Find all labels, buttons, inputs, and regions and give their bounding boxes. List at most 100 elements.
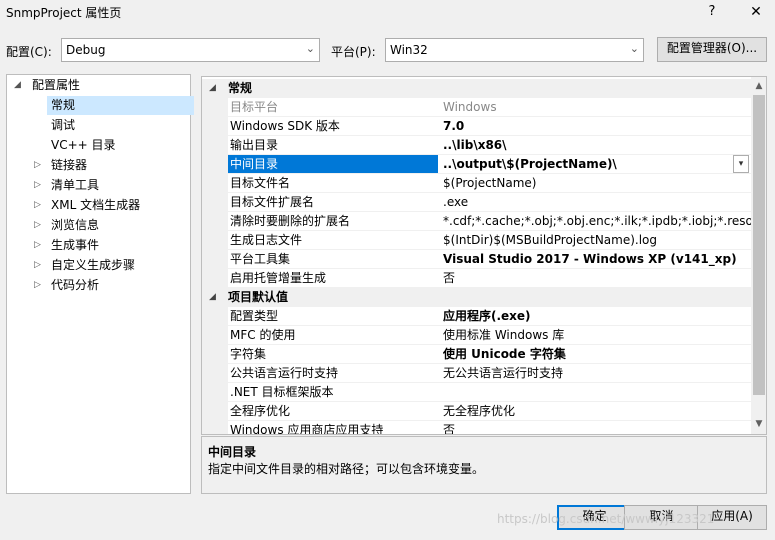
config-dropdown[interactable]: Debug ⌄ <box>61 38 320 62</box>
close-button[interactable]: ✕ <box>742 2 770 22</box>
property-value[interactable]: Windows <box>441 98 751 117</box>
description-text: 指定中间文件目录的相对路径；可以包含环境变量。 <box>208 462 485 476</box>
tree-item[interactable]: 调试 <box>51 116 75 135</box>
tree-item[interactable]: 代码分析 <box>51 276 99 295</box>
property-name: 公共语言运行时支持 <box>230 366 339 380</box>
property-row[interactable]: 目标文件扩展名 .exe <box>202 193 751 212</box>
platform-label: 平台(P): <box>331 45 376 59</box>
value-dropdown-button[interactable]: ▾ <box>733 155 749 173</box>
property-value[interactable]: Visual Studio 2017 - Windows XP (v141_xp… <box>441 250 751 269</box>
property-row[interactable]: 清除时要删除的扩展名 *.cdf;*.cache;*.obj;*.obj.enc;… <box>202 212 751 231</box>
property-value[interactable]: 否 <box>441 269 751 288</box>
property-value[interactable]: .exe <box>441 193 751 212</box>
property-row[interactable]: 平台工具集 Visual Studio 2017 - Windows XP (v1… <box>202 250 751 269</box>
expand-arrow-icon[interactable]: ▷ <box>34 260 41 270</box>
scroll-thumb[interactable] <box>753 95 765 395</box>
collapse-triangle-icon[interactable]: ◢ <box>209 288 216 307</box>
configuration-manager-button[interactable]: 配置管理器(O)... <box>657 37 767 62</box>
window-title: SnmpProject 属性页 <box>6 6 122 20</box>
property-row[interactable]: .NET 目标框架版本 <box>202 383 751 402</box>
row-gutter <box>202 345 228 364</box>
property-value[interactable]: ..\lib\x86\ <box>441 136 751 155</box>
category-title: 常规 <box>228 81 253 95</box>
property-name: 目标文件扩展名 <box>230 195 315 209</box>
row-gutter <box>202 383 228 402</box>
property-value[interactable]: ..\output\$(ProjectName)\ <box>441 155 751 174</box>
collapse-triangle-icon[interactable]: ◢ <box>209 79 216 98</box>
row-gutter <box>202 231 228 250</box>
property-row[interactable]: 中间目录 ..\output\$(ProjectName)\ <box>202 155 751 174</box>
config-label: 配置(C): <box>6 45 52 59</box>
row-gutter <box>202 155 228 174</box>
tree-item[interactable]: 链接器 <box>51 156 87 175</box>
property-value[interactable]: *.cdf;*.cache;*.obj;*.obj.enc;*.ilk;*.ip… <box>441 212 751 231</box>
category-header[interactable]: ◢ 常规 <box>202 79 751 98</box>
property-name: .NET 目标框架版本 <box>230 385 334 399</box>
vertical-scrollbar[interactable]: ▲ ▼ <box>751 77 766 434</box>
property-row[interactable]: 字符集 使用 Unicode 字符集 <box>202 345 751 364</box>
property-row[interactable]: 目标文件名 $(ProjectName) <box>202 174 751 193</box>
platform-value: Win32 <box>390 43 428 57</box>
tree-item[interactable]: 自定义生成步骤 <box>51 256 135 275</box>
property-value[interactable]: 无公共语言运行时支持 <box>441 364 751 383</box>
property-row[interactable]: 配置类型 应用程序(.exe) <box>202 307 751 326</box>
title-bar: SnmpProject 属性页 ? ✕ <box>0 0 775 24</box>
expand-arrow-icon[interactable]: ▷ <box>34 220 41 230</box>
property-value[interactable]: 无全程序优化 <box>441 402 751 421</box>
description-title: 中间目录 <box>208 445 257 459</box>
category-title: 项目默认值 <box>228 290 289 304</box>
property-value[interactable] <box>441 383 751 402</box>
row-gutter <box>202 117 228 136</box>
expanded-triangle-icon[interactable]: ◢ <box>14 80 21 90</box>
expand-arrow-icon[interactable]: ▷ <box>34 160 41 170</box>
property-value[interactable]: $(ProjectName) <box>441 174 751 193</box>
category-header[interactable]: ◢ 项目默认值 <box>202 288 751 307</box>
property-row[interactable]: 全程序优化 无全程序优化 <box>202 402 751 421</box>
expand-arrow-icon[interactable]: ▷ <box>34 240 41 250</box>
property-name: 生成日志文件 <box>230 233 303 247</box>
property-name: 目标平台 <box>230 100 279 114</box>
tree-item[interactable]: 生成事件 <box>51 236 99 255</box>
help-button[interactable]: ? <box>702 2 722 22</box>
expand-arrow-icon[interactable]: ▷ <box>34 200 41 210</box>
tree-item[interactable]: 常规 <box>47 96 194 115</box>
property-name: 输出目录 <box>230 138 279 152</box>
property-name: 配置类型 <box>230 309 279 323</box>
tree-item[interactable]: XML 文档生成器 <box>51 196 140 215</box>
property-row[interactable]: 生成日志文件 $(IntDir)$(MSBuildProjectName).log <box>202 231 751 250</box>
property-value[interactable]: 7.0 <box>441 117 751 136</box>
scroll-down-icon[interactable]: ▼ <box>751 417 766 431</box>
row-gutter <box>202 307 228 326</box>
property-name: Windows SDK 版本 <box>230 119 340 133</box>
tree-root-configuration-properties[interactable]: 配置属性 <box>32 76 80 95</box>
property-row[interactable]: 公共语言运行时支持 无公共语言运行时支持 <box>202 364 751 383</box>
property-value[interactable]: 应用程序(.exe) <box>441 307 751 326</box>
property-row[interactable]: Windows SDK 版本 7.0 <box>202 117 751 136</box>
row-gutter <box>202 193 228 212</box>
expand-arrow-icon[interactable]: ▷ <box>34 280 41 290</box>
property-row[interactable]: MFC 的使用 使用标准 Windows 库 <box>202 326 751 345</box>
property-row[interactable]: 输出目录 ..\lib\x86\ <box>202 136 751 155</box>
property-grid: ◢ 常规目标平台 Windows Windows SDK 版本 7.0 输出目录 ..\li… <box>201 76 767 435</box>
tree-item[interactable]: VC++ 目录 <box>51 136 116 155</box>
row-gutter <box>202 326 228 345</box>
scroll-up-icon[interactable]: ▲ <box>751 79 766 93</box>
platform-dropdown[interactable]: Win32 ⌄ <box>385 38 644 62</box>
property-row[interactable]: 目标平台 Windows <box>202 98 751 117</box>
property-name: 清除时要删除的扩展名 <box>230 214 351 228</box>
property-value[interactable]: 使用 Unicode 字符集 <box>441 345 751 364</box>
property-row[interactable]: 启用托管增量生成 否 <box>202 269 751 288</box>
property-name: 中间目录 <box>228 155 438 174</box>
tree-item[interactable]: 清单工具 <box>51 176 99 195</box>
expand-arrow-icon[interactable]: ▷ <box>34 180 41 190</box>
property-value[interactable]: $(IntDir)$(MSBuildProjectName).log <box>441 231 751 250</box>
property-row[interactable]: Windows 应用商店应用支持 否 <box>202 421 751 434</box>
row-gutter <box>202 269 228 288</box>
row-gutter <box>202 98 228 117</box>
property-name: 全程序优化 <box>230 404 291 418</box>
tree-item[interactable]: 浏览信息 <box>51 216 99 235</box>
property-value[interactable]: 使用标准 Windows 库 <box>441 326 751 345</box>
property-tree: ◢ 配置属性 常规 调试 VC++ 目录 ▷ 链接器 ▷ 清单工具 ▷ XML 文档生成器 ▷ 浏览… <box>6 74 194 494</box>
property-name: 目标文件名 <box>230 176 291 190</box>
property-value[interactable]: 否 <box>441 421 751 434</box>
